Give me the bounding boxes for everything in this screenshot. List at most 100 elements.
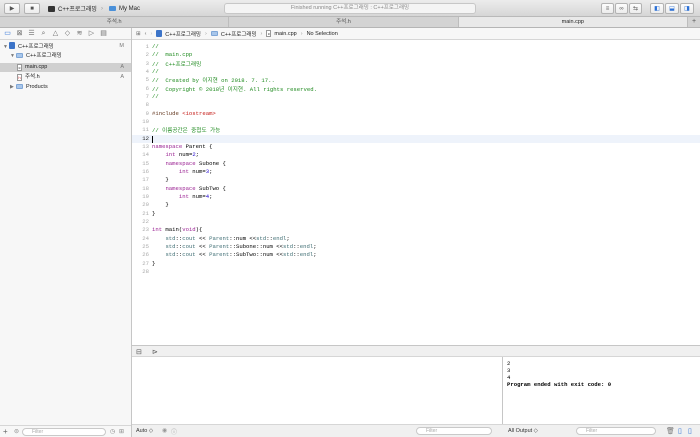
breakpoints-toggle-icon[interactable]: ⊳ — [152, 348, 158, 356]
folder-icon[interactable]: ▭ — [4, 30, 11, 37]
code-line[interactable]: // — [152, 43, 159, 50]
back-icon[interactable]: ‹ — [145, 31, 147, 37]
code-line[interactable]: namespace SubTwo { — [152, 185, 225, 192]
code-line[interactable]: } — [152, 260, 155, 267]
nav-item-group[interactable]: ▼ C++프로그래밍 — [0, 52, 131, 61]
code-line[interactable]: std::cout << Parent::SubTwo::num <<std::… — [152, 251, 316, 258]
symbol-icon[interactable]: ☰ — [28, 30, 35, 37]
version-editor-button[interactable]: ⇆ — [629, 3, 642, 14]
variables-view — [132, 357, 503, 424]
chevron-right-icon: › — [100, 5, 103, 12]
eye-icon[interactable]: ◉ — [162, 427, 167, 434]
line-number: 3 — [145, 59, 149, 67]
search-icon[interactable]: ⌕ — [40, 30, 47, 37]
variables-scope-select[interactable]: Auto ◇ — [136, 428, 153, 434]
info-icon[interactable]: ⓘ — [171, 427, 177, 436]
code-line[interactable]: // Copyright © 2018년 이지현. All rights res… — [152, 85, 317, 93]
code-line[interactable]: // Created by 이지현 on 2018. 7. 17.. — [152, 76, 275, 84]
code-line[interactable]: // — [152, 68, 159, 75]
code-line[interactable]: // 이름공간은 중첩도 가능 — [152, 126, 220, 134]
toggle-debug-area-button[interactable]: ⬓ — [665, 3, 679, 14]
code-line[interactable]: // C++프로그래밍 — [152, 60, 201, 68]
toggle-utilities-button[interactable]: ◨ — [680, 3, 694, 14]
nav-item-label: C++프로그래밍 — [26, 53, 62, 59]
hide-debug-area-icon[interactable]: ⊟ — [136, 348, 142, 356]
navigator-filter-input[interactable]: Filter — [22, 428, 106, 436]
code-line[interactable]: int num=2; — [152, 151, 199, 158]
nav-item-main-cpp[interactable]: c main.cpp A — [0, 63, 131, 72]
line-number: 19 — [142, 192, 149, 200]
breakpoint-icon[interactable]: ▷ — [88, 30, 95, 37]
line-number: 28 — [142, 267, 149, 275]
debug-icon[interactable]: ≋ — [76, 30, 83, 37]
show-variables-icon[interactable]: ▯ — [678, 427, 682, 435]
line-number: 26 — [142, 251, 149, 259]
warning-icon[interactable]: △ — [52, 30, 59, 37]
jump-selection[interactable]: No Selection — [307, 31, 338, 37]
jump-project[interactable]: C++프로그래밍 — [156, 30, 201, 38]
code-line[interactable]: } — [152, 210, 155, 217]
show-console-icon[interactable]: ▯ — [688, 427, 692, 435]
code-line[interactable]: std::cout << Parent::num <<std::endl; — [152, 235, 289, 242]
code-line[interactable]: } — [152, 176, 168, 183]
scm-filter-icon[interactable]: ⊞ — [119, 428, 124, 435]
jump-project-label: C++프로그래밍 — [165, 31, 201, 38]
nav-item-comment-h[interactable]: h 주석.h A — [0, 73, 131, 82]
scheme-icon — [48, 5, 55, 12]
mac-icon — [108, 6, 116, 11]
line-number: 5 — [145, 76, 149, 84]
rings-icon: ∞ — [619, 5, 624, 12]
jump-file[interactable]: c main.cpp — [266, 30, 297, 37]
folder-icon — [16, 84, 23, 89]
code-line[interactable]: int main(void){ — [152, 226, 202, 233]
code-line[interactable]: // main.cpp — [152, 51, 192, 58]
line-number: 16 — [142, 167, 149, 175]
code-line[interactable]: std::cout << Parent::Subone::num <<std::… — [152, 243, 316, 250]
code-line[interactable]: int num=3; — [152, 168, 213, 175]
trash-icon[interactable]: 🗑 — [666, 427, 675, 435]
project-navigator: ▭ ⊠ ☰ ⌕ △ ◇ ≋ ▷ ▤ ▼ C++프로그래밍 M ▼ C++프로그래밍 … — [0, 28, 132, 437]
scheme-selector[interactable]: C++프로그래밍 › My Mac — [48, 3, 140, 14]
console-filter-input[interactable]: Filter — [576, 427, 656, 435]
console-output-select[interactable]: All Output ◇ — [508, 428, 538, 434]
recent-files-icon[interactable]: ◷ — [110, 428, 115, 435]
tab-comment-h-1[interactable]: 주석.h — [0, 17, 230, 27]
nav-item-project[interactable]: ▼ C++프로그래밍 M — [0, 42, 131, 51]
line-number: 21 — [142, 209, 149, 217]
source-control-icon[interactable]: ⊠ — [16, 30, 23, 37]
code-line[interactable]: namespace Subone { — [152, 160, 225, 167]
run-button[interactable]: ▶ — [4, 3, 20, 14]
tab-label: 주석.h — [106, 19, 122, 25]
scm-badge: M — [119, 43, 124, 49]
code-line[interactable]: } — [152, 201, 168, 208]
nav-item-products[interactable]: ▶ Products — [0, 83, 131, 92]
forward-icon[interactable]: › — [150, 31, 152, 37]
code-line[interactable]: // — [152, 93, 159, 100]
test-icon[interactable]: ◇ — [64, 30, 71, 37]
code-line[interactable]: #include <iostream> — [152, 110, 216, 117]
source-editor[interactable]: 1//2// main.cpp 3// C++프로그래밍 4//5// Create… — [132, 40, 700, 345]
folder-icon — [16, 53, 23, 58]
project-icon — [156, 30, 163, 37]
nav-item-label: main.cpp — [25, 64, 48, 70]
scope-label: Auto ◇ — [136, 428, 154, 434]
cpp-file-icon: c — [266, 30, 272, 37]
code-line[interactable]: namespace Parent { — [152, 143, 212, 150]
assistant-editor-button[interactable]: ∞ — [615, 3, 628, 14]
add-icon[interactable]: + — [3, 427, 8, 436]
console-output[interactable]: 2 3 4 Program ended with exit code: 0 — [504, 357, 700, 424]
add-tab-icon[interactable]: + — [688, 17, 700, 27]
related-items-icon[interactable]: ⊞ — [136, 31, 141, 37]
console-line: 3 — [507, 367, 511, 374]
tab-main-cpp[interactable]: main.cpp — [458, 17, 688, 27]
debug-bottom-bar: Auto ◇ ◉ ⓘ Filter All Output ◇ Filter 🗑 … — [132, 424, 700, 437]
line-number: 11 — [142, 126, 149, 134]
standard-editor-button[interactable]: ≡ — [601, 3, 614, 14]
tab-comment-h-2[interactable]: 주석.h — [229, 17, 459, 27]
toggle-navigator-button[interactable]: ◧ — [650, 3, 664, 14]
jump-group[interactable]: C++프로그래밍 — [210, 30, 257, 38]
report-icon[interactable]: ▤ — [100, 30, 107, 37]
code-line[interactable]: int num=4; — [152, 193, 213, 200]
variables-filter-input[interactable]: Filter — [416, 427, 492, 435]
stop-button[interactable]: ■ — [24, 3, 40, 14]
